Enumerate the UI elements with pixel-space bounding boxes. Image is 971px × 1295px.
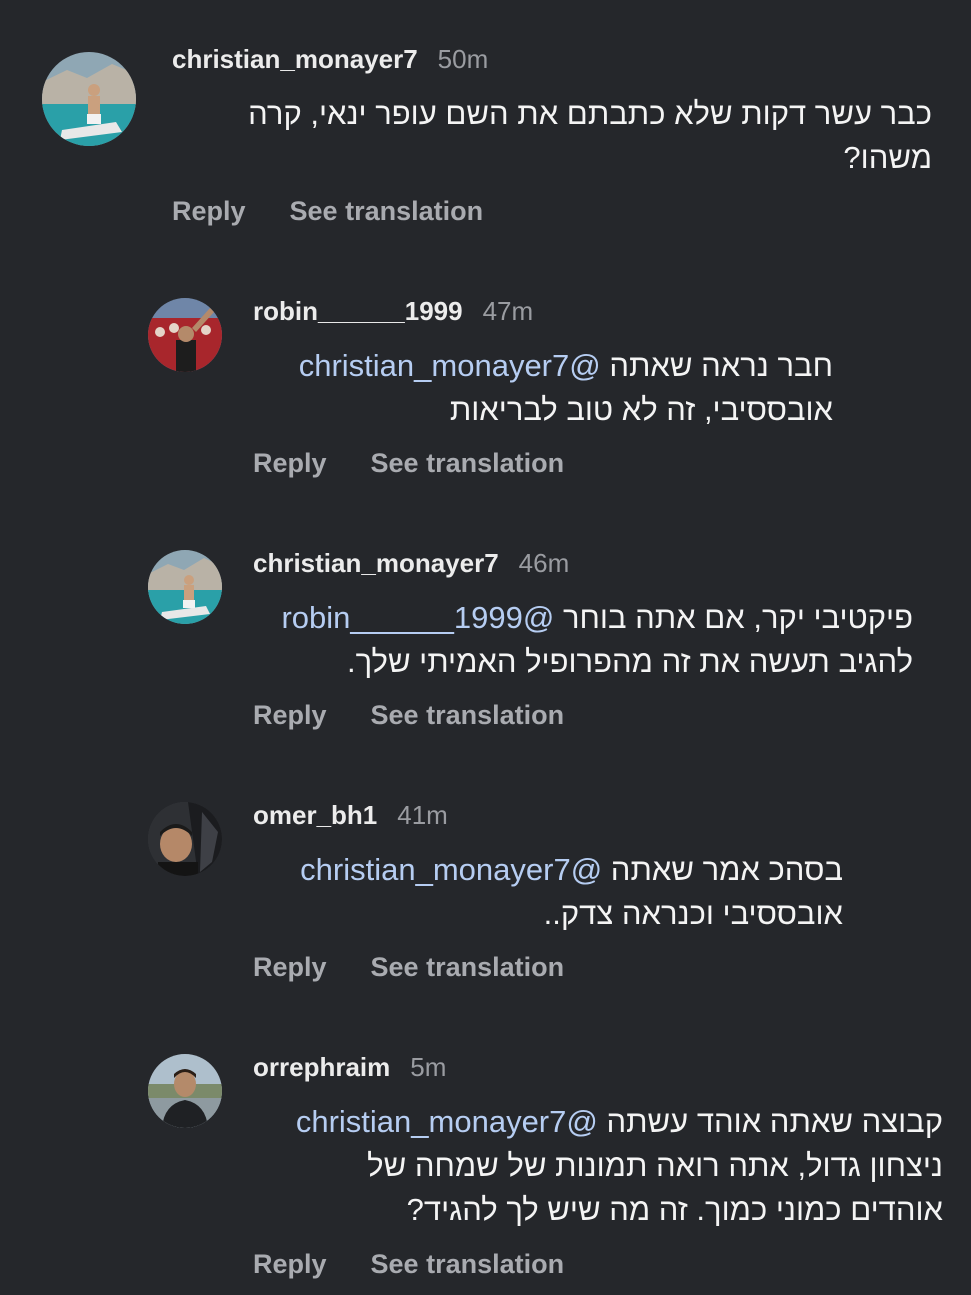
- comment-text-content: פיקטיבי יקר, אם אתה בוחר: [562, 600, 913, 635]
- comment-text: פיקטיבי יקר, אם אתה בוחר @robin______199…: [253, 596, 913, 684]
- comment-text-line: פיקטיבי יקר, אם אתה בוחר @robin______199…: [253, 596, 913, 640]
- comment-timestamp: 41m: [397, 800, 448, 830]
- comment-text-line: אוהדים כמוני כמוך. זה מה שיש לך להגיד?: [406, 1192, 943, 1227]
- comment-text-line: בסהכ אמר שאתה @christian_monayer7: [253, 848, 843, 892]
- comment-text: חבר נראה שאתה @christian_monayer7 אובססי…: [253, 344, 833, 432]
- comment-meta: omer_bh1 41m: [253, 800, 448, 831]
- comment-text-line: משהו?: [843, 140, 932, 175]
- reply-button[interactable]: Reply: [253, 700, 327, 731]
- comment-username[interactable]: omer_bh1: [253, 800, 377, 831]
- comment-actions: Reply See translation: [253, 952, 564, 983]
- avatar-image: [148, 298, 222, 372]
- comment-meta: christian_monayer7 50m: [172, 44, 488, 75]
- comment-text: קבוצה שאתה אוהד עשתה @christian_monayer7…: [253, 1100, 943, 1232]
- comment-meta: robin______1999 47m: [253, 296, 533, 327]
- avatar-image: [42, 52, 136, 146]
- comment-text-line: ניצחון גדול, אתה רואה תמונות של שמחה של: [367, 1148, 943, 1183]
- comment-text-line: כבר עשר דקות שלא כתבתם את השם עופר ינאי,…: [248, 96, 932, 131]
- avatar[interactable]: [42, 52, 136, 146]
- comment-timestamp: 47m: [482, 296, 534, 326]
- avatar[interactable]: [148, 1054, 222, 1128]
- comment-meta: orrephraim 5m: [253, 1052, 446, 1083]
- see-translation-button[interactable]: See translation: [371, 952, 565, 983]
- comment-text-content: חבר נראה שאתה: [609, 348, 833, 383]
- comment-timestamp: 50m: [437, 44, 489, 74]
- comment-meta: christian_monayer7 46m: [253, 548, 569, 579]
- comment-username[interactable]: christian_monayer7: [253, 548, 499, 579]
- comment-text: כבר עשר דקות שלא כתבתם את השם עופר ינאי,…: [172, 92, 932, 180]
- comment-username[interactable]: christian_monayer7: [172, 44, 418, 75]
- mention-link[interactable]: @christian_monayer7: [299, 348, 601, 383]
- reply-button[interactable]: Reply: [253, 952, 327, 983]
- mention-link[interactable]: @christian_monayer7: [296, 1104, 598, 1139]
- see-translation-button[interactable]: See translation: [371, 1249, 565, 1280]
- comment-text-line: אובססיבי וכנראה צדק..: [543, 896, 843, 931]
- comment-username[interactable]: orrephraim: [253, 1052, 390, 1083]
- avatar[interactable]: [148, 802, 222, 876]
- comment-text-line: אובססיבי, זה לא טוב לבריאות: [449, 392, 833, 427]
- comment-text-line: להגיב תעשה את זה מהפרופיל האמיתי שלך.: [346, 644, 913, 679]
- avatar[interactable]: [148, 298, 222, 372]
- comment-text-line: חבר נראה שאתה @christian_monayer7: [253, 344, 833, 388]
- comment-username[interactable]: robin______1999: [253, 296, 463, 327]
- avatar-image: [148, 802, 222, 876]
- comment-actions: Reply See translation: [253, 1249, 564, 1280]
- mention-link[interactable]: @robin______1999: [281, 600, 554, 635]
- avatar-image: [148, 1054, 222, 1128]
- comment-actions: Reply See translation: [253, 448, 564, 479]
- comment-text: בסהכ אמר שאתה @christian_monayer7 אובססי…: [253, 848, 843, 936]
- comment-text-line: קבוצה שאתה אוהד עשתה @christian_monayer7: [253, 1100, 943, 1144]
- comment-actions: Reply See translation: [253, 700, 564, 731]
- mention-link[interactable]: @christian_monayer7: [300, 852, 602, 887]
- see-translation-button[interactable]: See translation: [371, 700, 565, 731]
- comment-actions: Reply See translation: [172, 196, 483, 227]
- avatar-image: [148, 550, 222, 624]
- comment-text-content: קבוצה שאתה אוהד עשתה: [606, 1104, 943, 1139]
- see-translation-button[interactable]: See translation: [290, 196, 484, 227]
- comment-timestamp: 5m: [410, 1052, 447, 1082]
- comment-text-content: בסהכ אמר שאתה: [610, 852, 843, 887]
- reply-button[interactable]: Reply: [253, 448, 327, 479]
- reply-button[interactable]: Reply: [253, 1249, 327, 1280]
- reply-button[interactable]: Reply: [172, 196, 246, 227]
- see-translation-button[interactable]: See translation: [371, 448, 565, 479]
- avatar[interactable]: [148, 550, 222, 624]
- comment-timestamp: 46m: [518, 548, 570, 578]
